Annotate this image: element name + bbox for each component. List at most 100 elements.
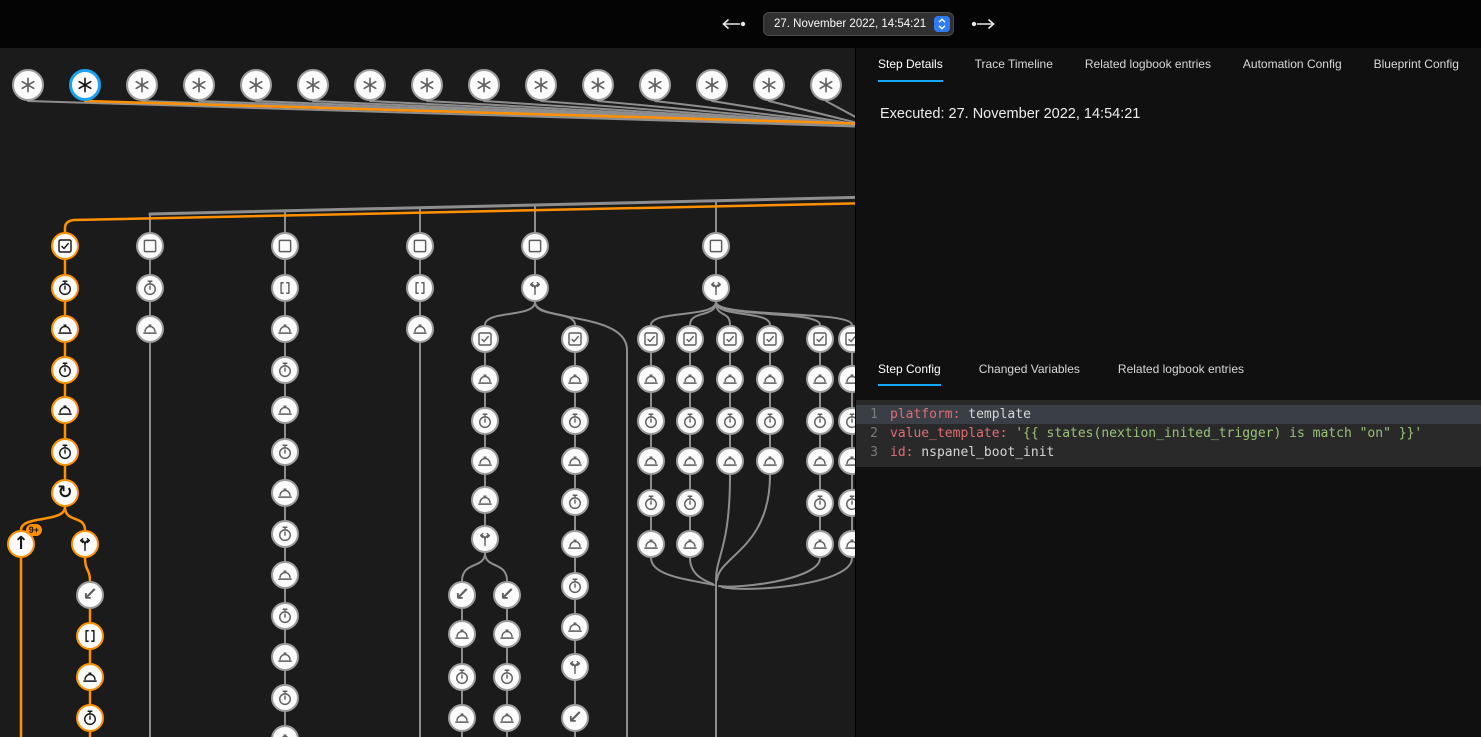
square-node[interactable] <box>271 232 299 260</box>
arrow-dl-node[interactable]: ↙ <box>493 581 521 609</box>
service-node[interactable] <box>471 365 499 393</box>
decision-node[interactable] <box>561 653 589 681</box>
condition-node[interactable] <box>637 325 665 353</box>
service-node[interactable] <box>637 530 665 558</box>
trigger-node[interactable] <box>411 69 443 101</box>
service-node[interactable] <box>756 365 784 393</box>
service-node[interactable] <box>406 315 434 343</box>
timer-node[interactable] <box>756 407 784 435</box>
timer-node[interactable] <box>561 488 589 516</box>
trigger-node[interactable] <box>69 69 101 101</box>
trigger-node[interactable] <box>126 69 158 101</box>
brackets-node[interactable] <box>271 274 299 302</box>
run-selector[interactable]: 27. November 2022, 14:54:21 <box>764 13 953 35</box>
trigger-node[interactable] <box>240 69 272 101</box>
timer-node[interactable] <box>448 663 476 691</box>
timer-node[interactable] <box>51 356 79 384</box>
service-node[interactable] <box>76 663 104 691</box>
service-node[interactable] <box>676 530 704 558</box>
service-node[interactable] <box>637 447 665 475</box>
condition-node[interactable] <box>561 325 589 353</box>
condition-node[interactable] <box>716 325 744 353</box>
timer-node[interactable] <box>51 274 79 302</box>
service-node[interactable] <box>637 365 665 393</box>
arrow-dl-node[interactable]: ↙ <box>76 581 104 609</box>
service-node[interactable] <box>271 643 299 671</box>
timer-node[interactable] <box>271 438 299 466</box>
previous-run-button[interactable] <box>716 13 750 35</box>
decision-node[interactable] <box>71 530 99 558</box>
service-node[interactable] <box>561 613 589 641</box>
service-node[interactable] <box>806 447 834 475</box>
tab-automation-config[interactable]: Automation Config <box>1243 48 1342 82</box>
brackets-node[interactable] <box>76 622 104 650</box>
timer-node[interactable] <box>716 407 744 435</box>
brackets-node[interactable] <box>406 274 434 302</box>
step-config-code[interactable]: 1platform: template2value_template: '{{ … <box>856 400 1481 467</box>
service-node[interactable] <box>448 704 476 732</box>
trigger-node[interactable] <box>810 69 842 101</box>
trigger-node[interactable] <box>183 69 215 101</box>
timer-node[interactable] <box>637 489 665 517</box>
condition-node[interactable] <box>806 325 834 353</box>
service-node[interactable] <box>51 315 79 343</box>
trigger-node[interactable] <box>297 69 329 101</box>
timer-node[interactable] <box>676 489 704 517</box>
square-node[interactable] <box>406 232 434 260</box>
service-node[interactable] <box>493 704 521 732</box>
service-node[interactable] <box>136 315 164 343</box>
timer-node[interactable] <box>676 407 704 435</box>
condition-node[interactable] <box>756 325 784 353</box>
trigger-node[interactable] <box>753 69 785 101</box>
tab-related-logbook-entries[interactable]: Related logbook entries <box>1118 354 1244 386</box>
timer-node[interactable] <box>493 663 521 691</box>
next-run-button[interactable] <box>967 13 1001 35</box>
service-node[interactable] <box>51 396 79 424</box>
trigger-node[interactable] <box>354 69 386 101</box>
service-node[interactable] <box>561 365 589 393</box>
square-node[interactable] <box>702 232 730 260</box>
timer-node[interactable] <box>51 438 79 466</box>
service-node[interactable] <box>471 447 499 475</box>
tab-trace-timeline[interactable]: Trace Timeline <box>975 48 1053 82</box>
tab-blueprint-config[interactable]: Blueprint Config <box>1374 48 1459 82</box>
condition-node[interactable] <box>471 325 499 353</box>
timer-node[interactable] <box>271 520 299 548</box>
trigger-node[interactable] <box>525 69 557 101</box>
arrow-dl-node[interactable]: ↙ <box>448 581 476 609</box>
timer-node[interactable] <box>561 407 589 435</box>
timer-node[interactable] <box>271 684 299 712</box>
square-node[interactable] <box>521 232 549 260</box>
trigger-node[interactable] <box>696 69 728 101</box>
service-node[interactable] <box>676 447 704 475</box>
service-node[interactable] <box>471 486 499 514</box>
timer-node[interactable] <box>271 602 299 630</box>
tab-related-logbook-entries[interactable]: Related logbook entries <box>1085 48 1211 82</box>
service-node[interactable] <box>806 530 834 558</box>
timer-node[interactable] <box>471 407 499 435</box>
arrow-up-node[interactable]: ↑9+ <box>7 530 35 558</box>
condition-node[interactable] <box>676 325 704 353</box>
condition-node[interactable] <box>51 232 79 260</box>
trigger-node[interactable] <box>12 69 44 101</box>
service-node[interactable] <box>561 530 589 558</box>
tab-changed-variables[interactable]: Changed Variables <box>979 354 1080 386</box>
service-node[interactable] <box>493 620 521 648</box>
trigger-node[interactable] <box>468 69 500 101</box>
service-node[interactable] <box>716 447 744 475</box>
service-node[interactable] <box>448 620 476 648</box>
service-node[interactable] <box>271 561 299 589</box>
decision-node[interactable] <box>702 274 730 302</box>
service-node[interactable] <box>676 365 704 393</box>
service-node[interactable] <box>756 447 784 475</box>
timer-node[interactable] <box>561 572 589 600</box>
service-node[interactable] <box>806 365 834 393</box>
square-node[interactable] <box>136 232 164 260</box>
trigger-node[interactable] <box>639 69 671 101</box>
service-node[interactable] <box>271 479 299 507</box>
service-node[interactable] <box>716 365 744 393</box>
timer-node[interactable] <box>271 356 299 384</box>
tab-step-config[interactable]: Step Config <box>878 354 941 386</box>
timer-node[interactable] <box>76 704 104 732</box>
timer-node[interactable] <box>806 407 834 435</box>
